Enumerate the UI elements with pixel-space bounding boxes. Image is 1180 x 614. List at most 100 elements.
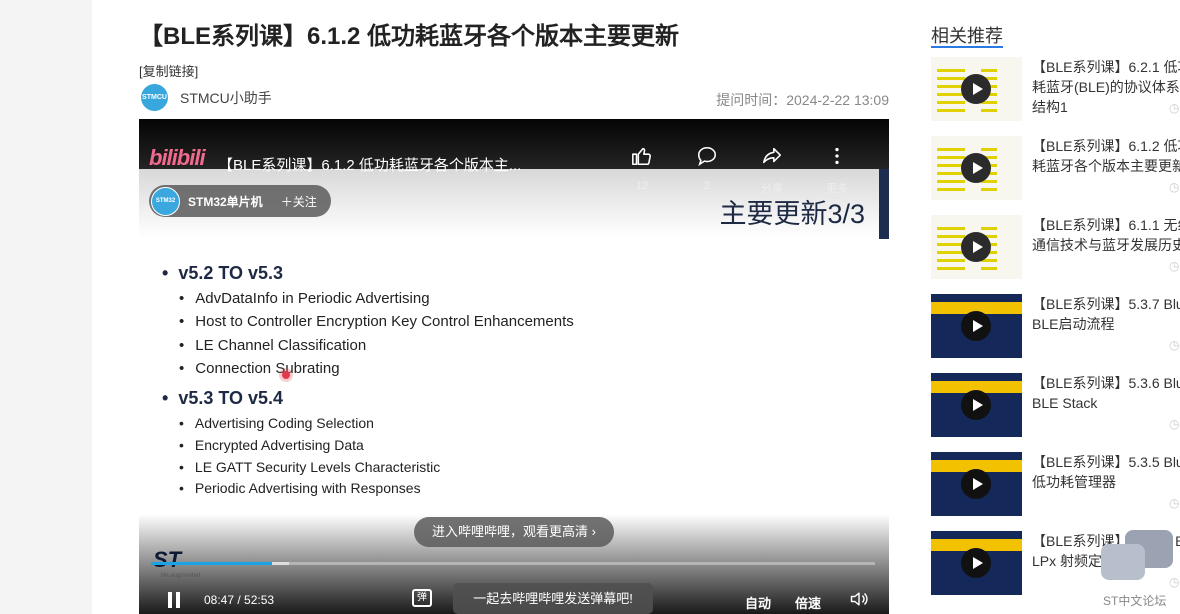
recommendation-item[interactable]: 【BLE系列课】6.2.1 低功耗蓝牙(BLE)的协议体系结构1 ◷ xyxy=(931,57,1180,123)
cursor-pointer-dot xyxy=(282,371,290,379)
clock-icon: ◷ xyxy=(1169,338,1180,352)
recommendation-item[interactable]: 【BLE系列课】5.3.6 Blu BLE Stack ◷ xyxy=(931,373,1180,439)
list-item: LE Channel Classification xyxy=(179,337,366,354)
clock-icon: ◷ xyxy=(1169,496,1180,510)
video-thumbnail[interactable] xyxy=(931,531,1022,595)
thumbnail-text-line xyxy=(981,188,997,191)
clock-icon: ◷ xyxy=(1169,259,1180,273)
recommendation-title[interactable]: 【BLE系列课】6.2.1 低功耗蓝牙(BLE)的协议体系结构1 xyxy=(1032,57,1180,117)
video-thumbnail[interactable] xyxy=(931,373,1022,437)
thumbnail-text-line xyxy=(937,69,965,72)
recommendation-title[interactable]: 【BLE系列课】6.1.2 低功耗蓝牙各个版本主要更新 xyxy=(1032,136,1180,176)
quality-auto-button[interactable]: 自动 xyxy=(745,593,771,612)
thumbnail-text-line xyxy=(937,180,965,183)
video-thumbnail[interactable] xyxy=(931,215,1022,279)
play-icon[interactable] xyxy=(961,548,991,578)
channel-name[interactable]: STM32单片机 xyxy=(188,193,263,210)
follow-button[interactable]: ＋关注 xyxy=(281,193,317,210)
open-bilibili-button[interactable]: 进入哔哩哔哩，观看更高清 › xyxy=(414,517,614,547)
comment-button[interactable]: 2 xyxy=(682,145,732,192)
slide-accent-bar xyxy=(879,169,889,239)
page-title: 【BLE系列课】6.1.2 低功耗蓝牙各个版本主要更新 xyxy=(139,23,680,50)
thumbnail-text-line xyxy=(981,148,997,151)
video-thumbnail[interactable] xyxy=(931,294,1022,358)
forum-label: ST中文论坛 xyxy=(1103,594,1167,608)
more-button[interactable]: 更多 xyxy=(812,145,862,196)
pause-icon-bar xyxy=(176,592,180,608)
thumbnail-text-line xyxy=(981,109,997,112)
play-icon[interactable] xyxy=(961,311,991,341)
video-thumbnail[interactable] xyxy=(931,452,1022,516)
play-icon[interactable] xyxy=(961,74,991,104)
clock-icon: ◷ xyxy=(1169,180,1180,194)
channel-avatar[interactable]: STM32 xyxy=(151,186,180,216)
author-info: STMCU STMCU小助手 xyxy=(141,84,272,111)
list-item: Periodic Advertising with Responses xyxy=(179,480,421,496)
recommendation-title[interactable]: 【BLE系列课】5.3.5 Blu 低功耗管理器 xyxy=(1032,452,1180,492)
thumbnail-text-line xyxy=(981,69,997,72)
clock-icon: ◷ xyxy=(1169,417,1180,431)
pause-icon-bar xyxy=(168,592,172,608)
video-thumbnail[interactable] xyxy=(931,136,1022,200)
speed-button[interactable]: 倍速 xyxy=(795,593,821,612)
st-logo: ST xyxy=(153,547,182,572)
thumbs-up-icon xyxy=(617,145,667,172)
post-time: 提问时间：2024-2-22 13:09 xyxy=(716,92,889,108)
comment-count: 2 xyxy=(703,180,711,192)
list-item: Host to Controller Encryption Key Contro… xyxy=(179,313,574,330)
thumbnail-text-line xyxy=(937,259,965,262)
like-button[interactable]: 12 xyxy=(617,145,667,192)
share-icon xyxy=(747,145,797,172)
sidebar-title: 相关推荐 xyxy=(931,26,1003,46)
thumbnail-text-line xyxy=(937,267,965,270)
playback-time: 08:47 / 52:53 xyxy=(204,593,275,607)
thumbnail-text-line xyxy=(937,109,965,112)
volume-icon[interactable] xyxy=(849,589,869,614)
section-heading: v5.2 TO v5.3 xyxy=(162,263,283,284)
sidebar-title-underline xyxy=(931,46,1003,48)
play-icon[interactable] xyxy=(961,390,991,420)
recommendation-item[interactable]: 【BLE系列课】6.1.1 无线通信技术与蓝牙发展历史 ◷ xyxy=(931,215,1180,281)
thumbnail-text-line xyxy=(937,235,965,238)
channel-badge[interactable]: STM32 STM32单片机 ＋关注 xyxy=(149,185,331,217)
video-title[interactable]: 【BLE系列课】6.1.2 低功耗蓝牙各个版本主... xyxy=(218,154,521,175)
thumbnail-text-line xyxy=(981,267,997,270)
pause-button[interactable] xyxy=(167,592,183,608)
recommendation-item[interactable]: 【BLE系列课】5.3.7 Blu BLE启动流程 ◷ xyxy=(931,294,1180,360)
bilibili-logo[interactable]: bilibili xyxy=(149,145,206,171)
danmaku-input[interactable]: 一起去哔哩哔哩发送弹幕吧! xyxy=(453,583,653,614)
thumbnail-text-line xyxy=(937,227,965,230)
recommendation-title[interactable]: 【BLE系列课】5.3.6 Blu BLE Stack xyxy=(1032,373,1180,413)
recommendation-item[interactable]: 【BLE系列课】6.1.2 低功耗蓝牙各个版本主要更新 ◷ xyxy=(931,136,1180,202)
share-button[interactable]: 分享 xyxy=(747,145,797,196)
danmaku-toggle-icon[interactable]: 弹 xyxy=(412,589,432,607)
st-tagline: life.augmented xyxy=(161,573,201,579)
recommendation-title[interactable]: 【BLE系列课】5.3.7 Blu BLE启动流程 xyxy=(1032,294,1180,334)
st-forum-widget[interactable]: ST中文论坛 xyxy=(1099,530,1173,614)
recommendation-item[interactable]: 【BLE系列课】5.3.5 Blu 低功耗管理器 ◷ xyxy=(931,452,1180,518)
recommendation-title[interactable]: 【BLE系列课】6.1.1 无线通信技术与蓝牙发展历史 xyxy=(1032,215,1180,255)
like-count: 12 xyxy=(635,180,649,192)
copy-link[interactable]: [复制链接] xyxy=(139,61,198,80)
slide-title: 主要更新3/3 xyxy=(719,199,865,229)
author-name[interactable]: STMCU小助手 xyxy=(180,88,272,108)
list-item: LE GATT Security Levels Characteristic xyxy=(179,459,440,475)
play-icon[interactable] xyxy=(961,153,991,183)
avatar[interactable]: STMCU xyxy=(141,84,168,111)
thumbnail-text-line xyxy=(937,77,965,80)
share-label: 分享 xyxy=(761,183,783,195)
clock-icon: ◷ xyxy=(1169,101,1180,115)
play-icon[interactable] xyxy=(961,232,991,262)
more-label: 更多 xyxy=(826,183,848,195)
video-thumbnail[interactable] xyxy=(931,57,1022,121)
progress-played xyxy=(151,562,272,565)
video-player[interactable]: 主要更新3/3 v5.2 TO v5.3 AdvDataInfo in Peri… xyxy=(139,119,889,614)
list-item: Connection Subrating xyxy=(179,360,339,377)
thumbnail-text-line xyxy=(937,156,965,159)
list-item: Encrypted Advertising Data xyxy=(179,437,364,453)
play-icon[interactable] xyxy=(961,469,991,499)
section-heading: v5.3 TO v5.4 xyxy=(162,388,283,409)
more-vertical-icon xyxy=(812,145,862,172)
thumbnail-text-line xyxy=(937,101,965,104)
progress-bar[interactable] xyxy=(151,562,875,565)
